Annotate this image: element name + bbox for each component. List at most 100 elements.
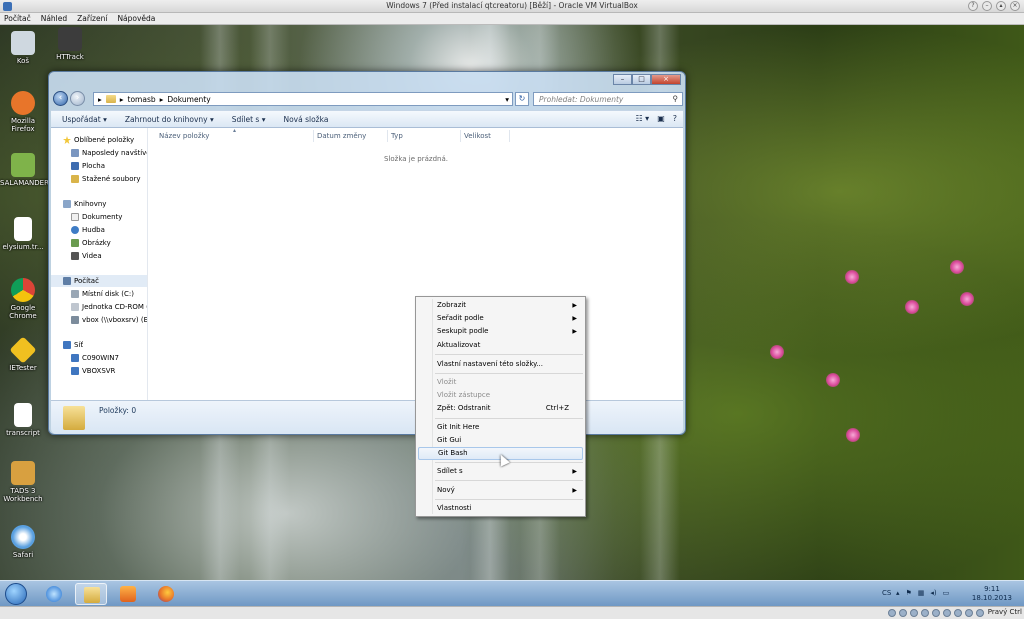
- details-pane: Položky: 0: [51, 400, 683, 434]
- language-indicator[interactable]: CS: [882, 589, 891, 597]
- nav-vbox-share[interactable]: vbox (\\vboxsrv) (E:): [51, 314, 147, 326]
- menu-item-properties[interactable]: Vlastnosti: [418, 502, 583, 515]
- action-center-icon[interactable]: ⚑: [906, 589, 912, 597]
- nav-network[interactable]: Síť: [51, 339, 147, 351]
- share-with-button[interactable]: Sdílet s ▾: [232, 115, 266, 124]
- desktop-icon-elysium[interactable]: elysium.tr...: [0, 217, 46, 251]
- device-icon[interactable]: ▭: [943, 589, 950, 597]
- nav-pictures[interactable]: Obrázky: [51, 237, 147, 249]
- nav-recent[interactable]: Naposledy navštíver: [51, 147, 147, 159]
- minimize-button[interactable]: –: [982, 1, 992, 11]
- menu-nahled[interactable]: Náhled: [41, 13, 67, 24]
- volume-icon[interactable]: ◂): [930, 589, 936, 597]
- preview-pane-icon[interactable]: ▣: [657, 114, 665, 123]
- menu-item-refresh[interactable]: Aktualizovat: [418, 339, 583, 352]
- menu-item-customize-folder[interactable]: Vlastní nastavení této složky...: [418, 358, 583, 371]
- clock[interactable]: 9:11 18.10.2013: [972, 585, 1012, 603]
- internet-explorer-icon: [46, 586, 62, 602]
- wallpaper-flower: [845, 270, 859, 284]
- help-icon[interactable]: ?: [673, 114, 677, 123]
- new-folder-button[interactable]: Nová složka: [283, 115, 328, 124]
- menu-pocitac[interactable]: Počítač: [4, 13, 31, 24]
- shared-folders-status-icon[interactable]: [932, 609, 940, 617]
- usb-status-icon[interactable]: [910, 609, 918, 617]
- taskbar-explorer[interactable]: [75, 583, 107, 605]
- nav-downloads[interactable]: Stažené soubory: [51, 173, 147, 185]
- optical-drive-status-icon[interactable]: [899, 609, 907, 617]
- nav-cdrom[interactable]: Jednotka CD-ROM (: [51, 301, 147, 313]
- view-options-icon[interactable]: ☷ ▾: [635, 114, 649, 123]
- explorer-minimize-button[interactable]: –: [613, 74, 632, 85]
- menu-item-share-with[interactable]: Sdílet s ▶: [418, 465, 583, 478]
- help-button[interactable]: ?: [968, 1, 978, 11]
- desktop-icon-transcript[interactable]: transcript: [0, 403, 46, 437]
- chevron-down-icon[interactable]: ▾: [505, 95, 509, 104]
- menu-zarizeni[interactable]: Zařízení: [77, 13, 107, 24]
- nav-libraries[interactable]: Knihovny: [51, 198, 147, 210]
- maximize-button[interactable]: ▴: [996, 1, 1006, 11]
- taskbar-media-player[interactable]: [112, 583, 144, 605]
- menu-item-group-by[interactable]: Seskupit podle ▶: [418, 325, 583, 338]
- nav-documents[interactable]: Dokumenty: [51, 211, 147, 223]
- explorer-window[interactable]: – □ × ‹ › ▸ ▸ tomasb ▸ Dokumenty ▾ ↻ Pro…: [48, 71, 686, 435]
- taskbar-firefox[interactable]: [150, 583, 182, 605]
- desktop-icon-recycle-bin[interactable]: Koš: [0, 31, 46, 65]
- search-input[interactable]: Prohledat: Dokumenty ⚲: [533, 92, 683, 106]
- menu-napoveda[interactable]: Nápověda: [117, 13, 155, 24]
- menu-item-sort-by[interactable]: Seřadit podle ▶: [418, 312, 583, 325]
- network-icon[interactable]: ▦: [918, 589, 925, 597]
- desktop-icon-chrome[interactable]: Google Chrome: [0, 278, 46, 320]
- nav-videos[interactable]: Videa: [51, 250, 147, 262]
- keyboard-capture-icon[interactable]: [976, 609, 984, 617]
- hard-disk-status-icon[interactable]: [888, 609, 896, 617]
- back-button[interactable]: ‹: [53, 91, 68, 106]
- desktop-icon-firefox[interactable]: Mozilla Firefox: [0, 91, 46, 133]
- desktop-icon-ietester[interactable]: IETester: [0, 336, 46, 372]
- tray-expand-icon[interactable]: ▴: [896, 589, 900, 597]
- forward-button[interactable]: ›: [70, 91, 85, 106]
- menu-item-undo-delete[interactable]: Zpět: Odstranit Ctrl+Z: [418, 402, 583, 415]
- recent-places-icon: [71, 149, 79, 157]
- column-type[interactable]: Typ: [391, 132, 403, 140]
- menu-item-new[interactable]: Nový ▶: [418, 484, 583, 497]
- nav-computer[interactable]: Počítač: [51, 275, 147, 287]
- explorer-close-button[interactable]: ×: [651, 74, 681, 85]
- explorer-body: Oblíbené položky Naposledy navštíver Plo…: [51, 127, 683, 400]
- desktop-icon-httrack[interactable]: HTTrack: [47, 27, 93, 61]
- desktop-icon-safari[interactable]: Safari: [0, 525, 46, 559]
- breadcrumb-tomasb[interactable]: tomasb: [128, 95, 156, 104]
- mouse-integration-icon[interactable]: [965, 609, 973, 617]
- folder-icon: [63, 406, 85, 430]
- column-size[interactable]: Velikost: [464, 132, 491, 140]
- wallpaper-flower: [846, 428, 860, 442]
- menu-item-view[interactable]: Zobrazit ▶: [418, 299, 583, 312]
- organize-button[interactable]: Uspořádat ▾: [62, 115, 107, 124]
- taskbar: CS ▴ ⚑ ▦ ◂) ▭ 9:11 18.10.2013: [0, 580, 1024, 606]
- column-date[interactable]: Datum změny: [317, 132, 366, 140]
- explorer-maximize-button[interactable]: □: [632, 74, 651, 85]
- close-button[interactable]: ×: [1010, 1, 1020, 11]
- network-status-icon[interactable]: [921, 609, 929, 617]
- nav-favorites[interactable]: Oblíbené položky: [51, 134, 147, 146]
- taskbar-ie[interactable]: [38, 583, 70, 605]
- capture-status-icon[interactable]: [954, 609, 962, 617]
- nav-music[interactable]: Hudba: [51, 224, 147, 236]
- refresh-button[interactable]: ↻: [515, 92, 529, 106]
- desktop-icon-salamander[interactable]: SALAMANDER: [0, 153, 49, 187]
- display-status-icon[interactable]: [943, 609, 951, 617]
- nav-network-vboxsvr[interactable]: VBOXSVR: [51, 365, 147, 377]
- vbox-statusbar: Pravý Ctrl: [0, 606, 1024, 619]
- nav-desktop[interactable]: Plocha: [51, 160, 147, 172]
- desktop-icon-tads[interactable]: TADS 3 Workbench: [0, 461, 46, 503]
- menu-separator: [435, 480, 583, 481]
- start-button[interactable]: [5, 583, 27, 605]
- include-in-library-button[interactable]: Zahrnout do knihovny ▾: [125, 115, 214, 124]
- address-bar[interactable]: ▸ ▸ tomasb ▸ Dokumenty ▾: [93, 92, 513, 106]
- breadcrumb-dokumenty[interactable]: Dokumenty: [167, 95, 210, 104]
- library-icon: [63, 200, 71, 208]
- nav-network-c090win7[interactable]: C090WIN7: [51, 352, 147, 364]
- menu-item-git-init-here[interactable]: Git Init Here: [418, 421, 583, 434]
- nav-local-disk[interactable]: Místní disk (C:): [51, 288, 147, 300]
- menu-item-git-gui[interactable]: Git Gui: [418, 434, 583, 447]
- column-name[interactable]: Název položky: [159, 132, 209, 140]
